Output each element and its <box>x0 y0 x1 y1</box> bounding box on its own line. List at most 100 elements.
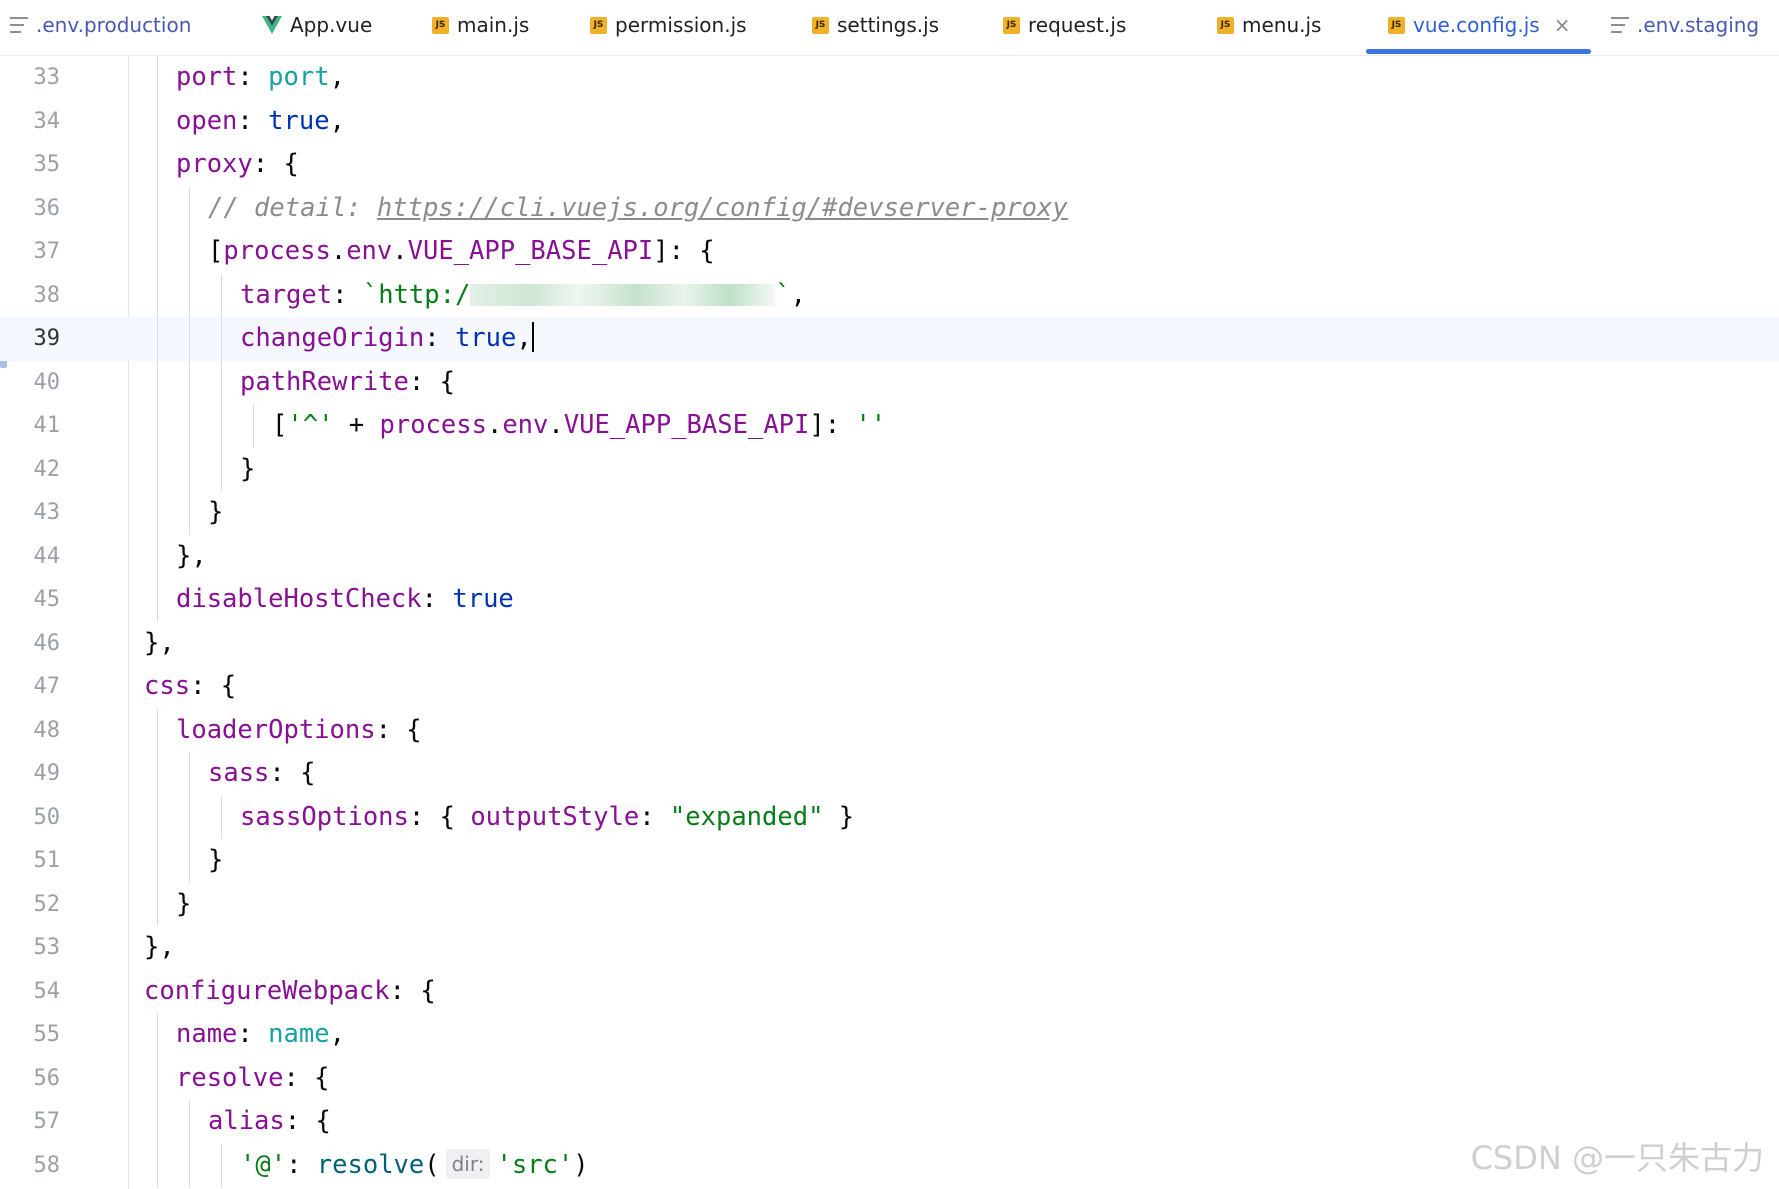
code-token: changeOrigin <box>240 323 425 353</box>
code-line[interactable]: 50 sassOptions: { outputStyle: "expanded"… <box>0 796 1779 840</box>
code-line[interactable]: 46}, <box>0 622 1779 666</box>
line-number: 50 <box>33 804 61 830</box>
code-text: }, <box>176 535 207 579</box>
code-token: sass <box>208 758 270 788</box>
code-line[interactable]: 51} <box>0 839 1779 883</box>
indent-guide <box>157 708 158 926</box>
line-number: 46 <box>33 630 61 656</box>
tab-env-staging[interactable]: .env.staging <box>1611 0 1759 50</box>
line-number: 41 <box>33 413 61 438</box>
code-token: : <box>424 323 455 353</box>
code-line[interactable]: 40 pathRewrite: { <box>0 361 1779 405</box>
code-text: } <box>176 883 191 927</box>
code-text: }, <box>144 926 175 970</box>
js-file-icon: JS <box>590 16 607 34</box>
code-token: , <box>329 105 345 136</box>
code-token: } <box>176 888 192 919</box>
code-editor[interactable]: 33 port: port, 34 open: true, 35 proxy: {36//… <box>0 56 1779 1189</box>
code-line[interactable]: 53}, <box>0 926 1779 970</box>
code-text: resolve: { <box>176 1057 330 1101</box>
code-text: ['^' + process.env.VUE_APP_BASE_API]: '' <box>272 404 886 448</box>
code-line[interactable]: 34 open: true, <box>0 100 1779 144</box>
code-token: env <box>346 236 393 266</box>
code-token: , <box>329 1019 345 1049</box>
code-text: target: `http:/ `, <box>240 274 806 318</box>
line-number: 53 <box>33 935 61 960</box>
code-token: , <box>329 62 345 92</box>
code-line[interactable]: 33 port: port, <box>0 56 1779 100</box>
code-line[interactable]: 55 name: name, <box>0 1013 1779 1057</box>
text-file-icon <box>10 17 28 33</box>
code-line[interactable]: 54 configureWebpack: { <box>0 970 1779 1014</box>
code-token: : { <box>283 1062 330 1093</box>
line-number: 45 <box>33 587 61 612</box>
tab-main-js[interactable]: JS main.js <box>432 0 529 50</box>
tab-vue-config-js[interactable]: JS vue.config.js × <box>1388 0 1570 50</box>
code-line[interactable]: 36 // detail: https://cli.vuejs.org/confi… <box>0 187 1779 231</box>
code-token: resolve <box>316 1149 425 1180</box>
code-token: ) <box>573 1149 589 1180</box>
code-line[interactable]: 41 ['^' + process.env.VUE_APP_BASE_API]: … <box>0 404 1779 448</box>
code-line[interactable]: 37 [process.env.VUE_APP_BASE_API]: { <box>0 230 1779 274</box>
code-line[interactable]: 48 loaderOptions: { <box>0 709 1779 753</box>
code-text: alias: { <box>208 1100 331 1144</box>
tab-label: App.vue <box>290 13 373 37</box>
tab-label: request.js <box>1028 13 1127 37</box>
code-token: + <box>333 410 380 440</box>
code-token: process <box>223 236 331 266</box>
indent-guide <box>189 186 190 535</box>
code-token: 'src' <box>496 1149 574 1180</box>
code-text: pathRewrite: { <box>240 361 455 405</box>
close-tab-icon[interactable]: × <box>1554 13 1571 37</box>
code-token: configureWebpack <box>144 975 390 1006</box>
code-token: true <box>268 105 330 136</box>
code-token: : { <box>252 149 299 179</box>
code-line[interactable]: 45 disableHostCheck: true <box>0 578 1779 622</box>
code-line[interactable]: 52} <box>0 883 1779 927</box>
indent-guide <box>157 56 158 622</box>
tab-menu-js[interactable]: JS menu.js <box>1217 0 1321 50</box>
code-token: loaderOptions <box>176 714 376 745</box>
indent-guide <box>253 404 254 448</box>
code-text: css: { <box>144 665 236 709</box>
redacted-url <box>470 283 776 306</box>
code-line[interactable]: 43} <box>0 491 1779 535</box>
code-line[interactable]: 39 changeOrigin: true, <box>0 317 1779 361</box>
code-text: changeOrigin: true, <box>240 317 534 361</box>
code-line[interactable]: 44}, <box>0 535 1779 579</box>
code-token: . <box>330 236 347 266</box>
tab-request-js[interactable]: JS request.js <box>1003 0 1126 50</box>
code-line[interactable]: 49 sass: { <box>0 752 1779 796</box>
line-number: 58 <box>33 1152 61 1178</box>
code-token: , <box>790 279 807 310</box>
tab-env-production[interactable]: .env.production <box>10 0 191 50</box>
code-token: '@' <box>240 1149 287 1180</box>
code-text: } <box>208 839 223 883</box>
code-token: target <box>240 279 333 310</box>
tab-app-vue[interactable]: App.vue <box>262 0 372 50</box>
code-line[interactable]: 38 target: `http:/ `, <box>0 274 1779 318</box>
tab-settings-js[interactable]: JS settings.js <box>812 0 939 50</box>
line-number: 57 <box>33 1109 61 1134</box>
code-token: pathRewrite <box>240 366 409 397</box>
tab-permission-js[interactable]: JS permission.js <box>590 0 747 50</box>
code-line[interactable]: 56 resolve: { <box>0 1057 1779 1101</box>
js-file-icon: JS <box>1217 16 1234 34</box>
code-line[interactable]: 42} <box>0 448 1779 492</box>
code-token: : <box>237 62 269 92</box>
code-token: VUE_APP_BASE_API <box>407 236 654 266</box>
line-number: 52 <box>33 891 61 917</box>
code-line[interactable]: 47 css: { <box>0 665 1779 709</box>
code-token: }, <box>144 932 175 962</box>
watermark: CSDN @一只朱古力 <box>1470 1139 1764 1177</box>
line-number: 33 <box>33 65 61 90</box>
line-number: 35 <box>33 152 61 177</box>
parameter-hint: dir: <box>445 1148 491 1179</box>
code-token: sassOptions <box>240 801 409 832</box>
code-line[interactable]: 35 proxy: { <box>0 143 1779 187</box>
code-text: loaderOptions: { <box>176 709 422 753</box>
line-number: 55 <box>33 1022 61 1047</box>
code-token: } <box>823 801 855 832</box>
code-text: } <box>208 491 223 535</box>
line-number: 40 <box>33 369 61 395</box>
